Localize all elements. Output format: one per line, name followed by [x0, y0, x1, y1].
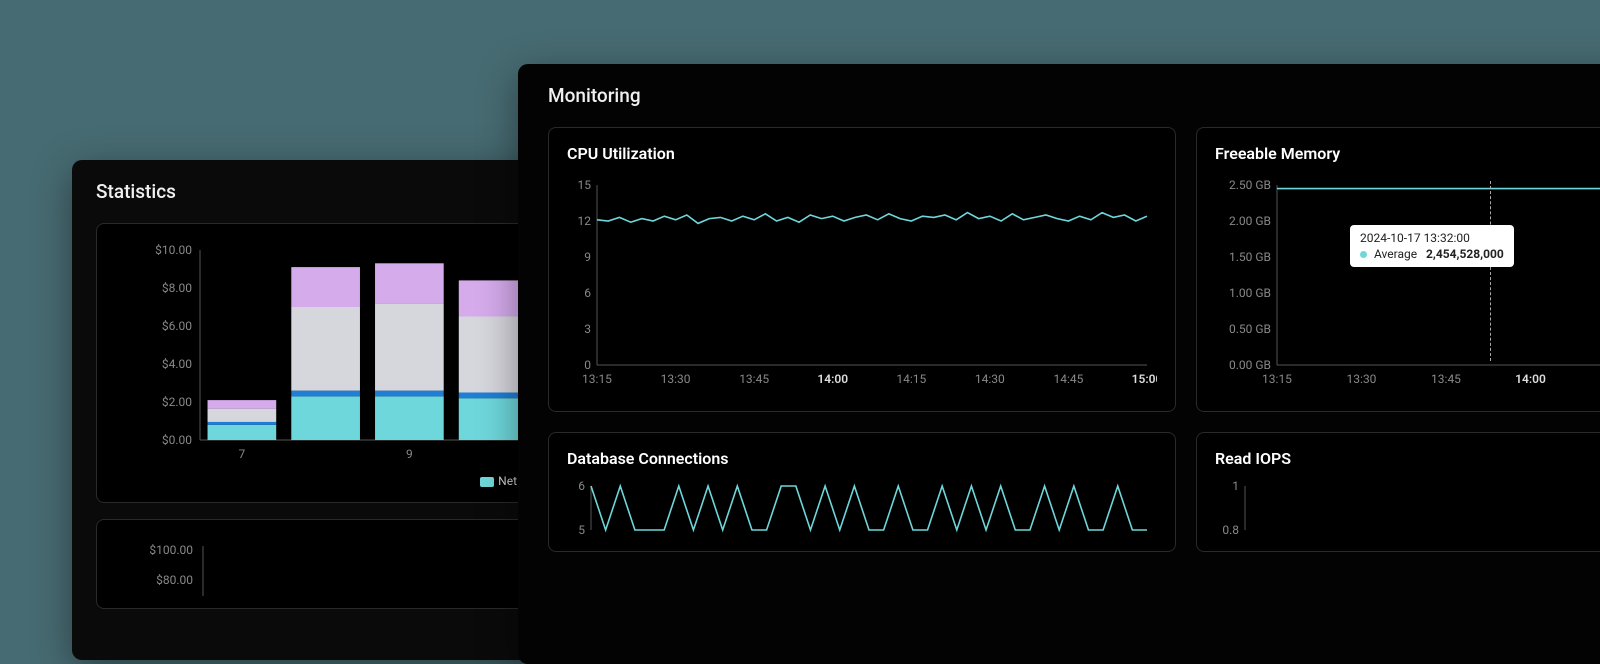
svg-text:$8.00: $8.00: [162, 281, 192, 295]
legend-label-fragment: Net: [498, 474, 517, 488]
ytick-label: $80.00: [156, 573, 193, 587]
panel-title: CPU Utilization: [567, 144, 1157, 163]
db-connections-panel: Database Connections 56: [548, 432, 1176, 552]
cpu-line-chart[interactable]: 0 3 6 9 12 15 13:15 13:30 13:45 14:00 14:15 14:30 14…: [567, 175, 1157, 395]
hover-vertical-line: [1490, 181, 1491, 361]
panel-title: Freeable Memory: [1215, 144, 1600, 163]
svg-text:15:00: 15:00: [1132, 372, 1157, 386]
tooltip-value: 2,454,528,000: [1426, 247, 1504, 261]
statistics-bar-panel: $0.00 $2.00 $4.00 $6.00 $8.00 $10.00 7 9 Net: [96, 223, 536, 503]
svg-text:0.8: 0.8: [1222, 523, 1239, 535]
svg-text:14:00: 14:00: [1515, 372, 1546, 386]
svg-text:14:30: 14:30: [975, 372, 1005, 386]
svg-text:13:15: 13:15: [582, 372, 612, 386]
svg-text:1.00 GB: 1.00 GB: [1229, 286, 1271, 300]
memory-line-chart[interactable]: 0.00 GB 0.50 GB 1.00 GB 1.50 GB 2.00 GB 2.50 …: [1215, 175, 1600, 395]
svg-text:13:15: 13:15: [1262, 372, 1292, 386]
svg-text:14:15: 14:15: [896, 372, 926, 386]
ytick-label: $100.00: [149, 543, 193, 557]
iops-line-chart[interactable]: 0.81: [1215, 480, 1600, 535]
svg-text:6: 6: [584, 286, 591, 300]
chart-tooltip: 2024-10-17 13:32:00 Average 2,454,528,00…: [1350, 225, 1514, 267]
svg-text:2.50 GB: 2.50 GB: [1229, 178, 1271, 192]
svg-text:7: 7: [239, 447, 246, 461]
monitoring-window: Monitoring CPU Utilization 0369121513:15…: [518, 64, 1600, 664]
tooltip-series-label: Average: [1374, 247, 1417, 261]
svg-text:13:30: 13:30: [1347, 372, 1377, 386]
svg-text:13:30: 13:30: [661, 372, 691, 386]
svg-text:$0.00: $0.00: [162, 433, 192, 447]
svg-text:5: 5: [578, 523, 585, 535]
panel-title: Database Connections: [567, 449, 1157, 468]
svg-text:12: 12: [578, 214, 592, 228]
cpu-panel: CPU Utilization 0 3 6 9 12 15 13:15 13:30 13:45 1…: [548, 127, 1176, 412]
svg-text:2.00 GB: 2.00 GB: [1229, 214, 1271, 228]
tooltip-color-dot-icon: [1360, 251, 1367, 258]
svg-text:0.50 GB: 0.50 GB: [1229, 322, 1271, 336]
svg-text:0.00 GB: 0.00 GB: [1229, 358, 1271, 372]
tooltip-timestamp: 2024-10-17 13:32:00: [1360, 231, 1504, 245]
svg-text:9: 9: [584, 250, 591, 264]
legend-swatch-icon: [480, 477, 494, 487]
svg-text:$2.00: $2.00: [162, 395, 192, 409]
stacked-bar-chart[interactable]: $0.00 $2.00 $4.00 $6.00 $8.00 $10.00 7 9: [115, 240, 517, 470]
svg-text:9: 9: [406, 447, 413, 461]
svg-text:1: 1: [1232, 480, 1239, 493]
svg-text:$10.00: $10.00: [155, 243, 192, 257]
svg-text:1.50 GB: 1.50 GB: [1229, 250, 1271, 264]
svg-text:14:00: 14:00: [817, 372, 848, 386]
window-title: Monitoring: [548, 84, 1600, 107]
svg-text:$6.00: $6.00: [162, 319, 192, 333]
svg-text:13:45: 13:45: [739, 372, 769, 386]
read-iops-panel: Read IOPS 0.81: [1196, 432, 1600, 552]
legend-row: Net: [115, 474, 517, 488]
svg-text:15: 15: [578, 178, 592, 192]
svg-text:3: 3: [584, 322, 591, 336]
svg-text:13:45: 13:45: [1431, 372, 1461, 386]
svg-text:$4.00: $4.00: [162, 357, 192, 371]
statistics-lower-panel: $100.00 $80.00: [96, 519, 536, 609]
panel-title: Read IOPS: [1215, 449, 1600, 468]
memory-panel: Freeable Memory 0.00 GB 0.50 GB 1.00 GB 1.5…: [1196, 127, 1600, 412]
svg-text:6: 6: [578, 480, 585, 493]
svg-text:14:45: 14:45: [1053, 372, 1083, 386]
db-line-chart[interactable]: 56: [567, 480, 1157, 535]
svg-text:0: 0: [584, 358, 591, 372]
